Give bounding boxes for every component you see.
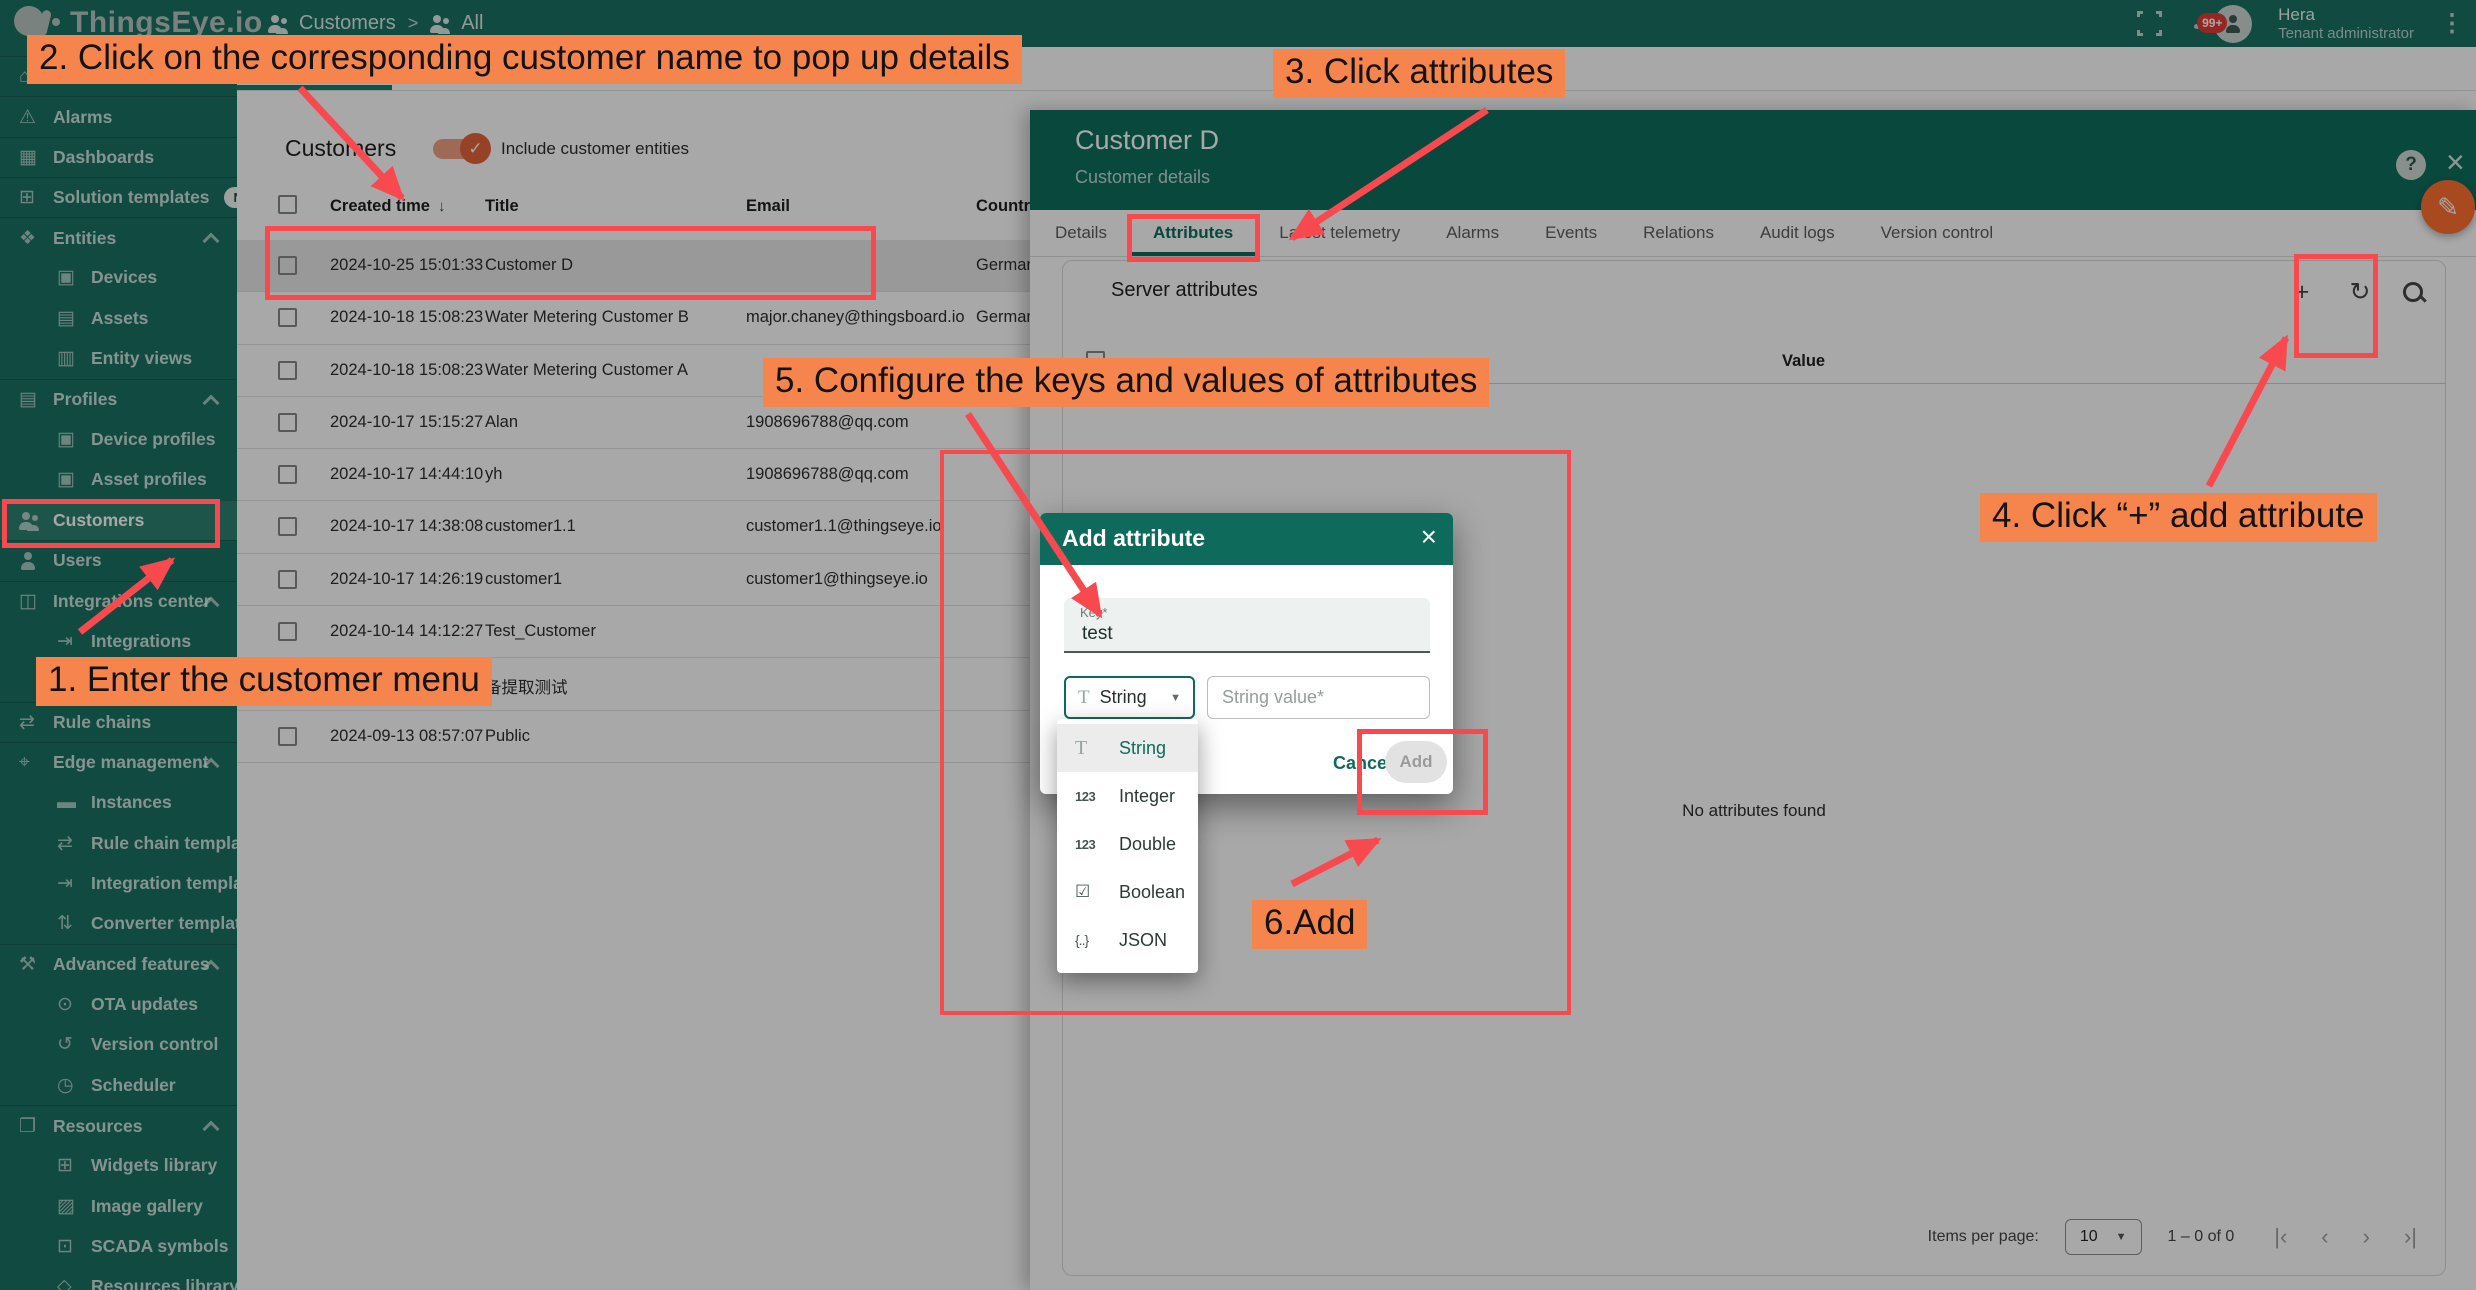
annotation-step-label: 6.Add bbox=[1252, 900, 1367, 949]
annotation-step-label: 3. Click attributes bbox=[1273, 49, 1565, 98]
annotation-box-customer-row bbox=[265, 226, 876, 300]
annotation-step-label: 4. Click “+” add attribute bbox=[1980, 493, 2377, 542]
annotation-box-customers-menu bbox=[2, 499, 220, 548]
annotation-step-label: 2. Click on the corresponding customer n… bbox=[27, 35, 1022, 84]
page: ThingsEye.io Customers > All 99+ Hera Te… bbox=[0, 0, 2476, 1290]
annotation-box-plus-button bbox=[2294, 254, 2378, 358]
annotation-step-label: 1. Enter the customer menu bbox=[36, 657, 492, 706]
annotation-box-attributes-tab bbox=[1127, 214, 1260, 262]
annotation-step-label: 5. Configure the keys and values of attr… bbox=[763, 358, 1489, 407]
